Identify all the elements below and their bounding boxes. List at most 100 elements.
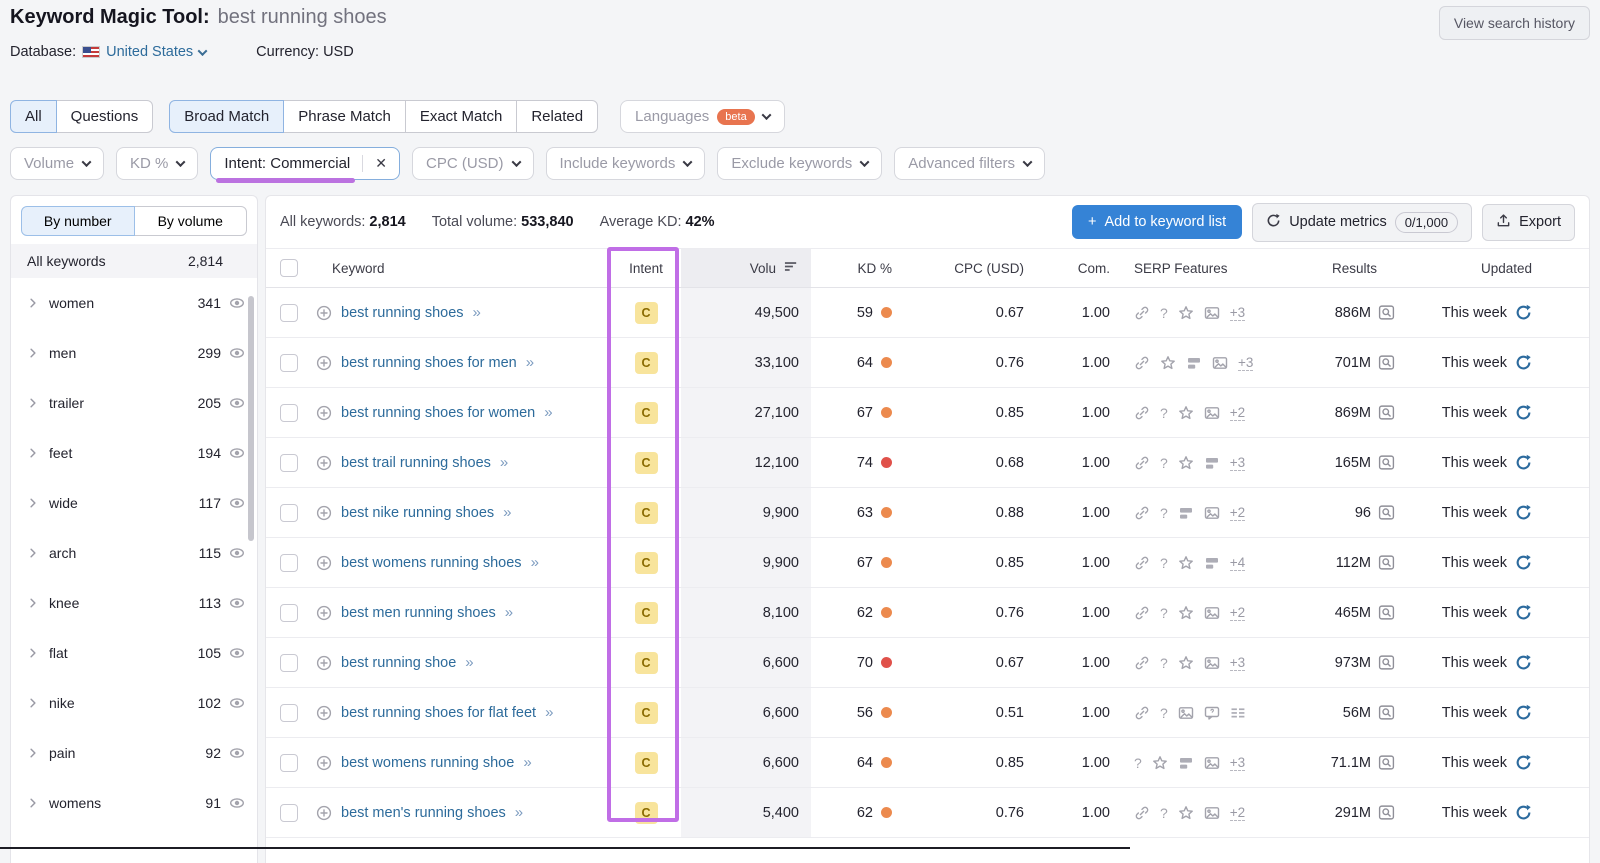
serp-more-badge[interactable]: +3 <box>1238 355 1254 371</box>
refresh-icon[interactable] <box>1515 704 1532 721</box>
sidebar-item-womens[interactable]: womens 91 <box>11 778 257 828</box>
tab-broad-match[interactable]: Broad Match <box>169 100 285 133</box>
tab-all[interactable]: All <box>10 100 57 133</box>
eye-icon[interactable] <box>229 545 245 561</box>
filter-volume[interactable]: Volume <box>10 147 105 180</box>
keyword-link[interactable]: best men running shoes <box>341 605 496 621</box>
sidebar-item-flat[interactable]: flat 105 <box>11 628 257 678</box>
eye-icon[interactable] <box>229 745 245 761</box>
open-keyword-icon[interactable]: » <box>503 504 511 521</box>
column-header-volume[interactable]: Volu <box>681 249 811 287</box>
add-keyword-icon[interactable] <box>316 755 332 771</box>
eye-icon[interactable] <box>229 645 245 661</box>
serp-preview-icon[interactable] <box>1378 804 1395 821</box>
column-header-kd[interactable]: KD % <box>811 261 906 276</box>
row-checkbox[interactable] <box>280 503 298 522</box>
serp-preview-icon[interactable] <box>1378 704 1395 721</box>
serp-preview-icon[interactable] <box>1378 504 1395 521</box>
column-header-updated[interactable]: Updated <box>1403 261 1589 276</box>
row-checkbox[interactable] <box>280 553 298 572</box>
column-header-intent[interactable]: Intent <box>611 261 681 276</box>
row-checkbox[interactable] <box>280 603 298 622</box>
filter-advanced-filters[interactable]: Advanced filters <box>894 147 1046 180</box>
refresh-icon[interactable] <box>1515 454 1532 471</box>
column-header-serp-features[interactable]: SERP Features <box>1118 261 1278 276</box>
sidebar-item-men[interactable]: men 299 <box>11 328 257 378</box>
serp-preview-icon[interactable] <box>1378 454 1395 471</box>
select-all-checkbox[interactable] <box>280 259 298 277</box>
eye-icon[interactable] <box>229 395 245 411</box>
serp-more-badge[interactable]: +2 <box>1229 405 1246 421</box>
keyword-link[interactable]: best nike running shoes <box>341 505 494 521</box>
filter-cpc-usd-[interactable]: CPC (USD) <box>412 147 534 180</box>
sidebar-item-wide[interactable]: wide 117 <box>11 478 257 528</box>
sidebar-item-nike[interactable]: nike 102 <box>11 678 257 728</box>
add-keyword-icon[interactable] <box>316 355 332 371</box>
refresh-icon[interactable] <box>1515 304 1532 321</box>
refresh-icon[interactable] <box>1515 404 1532 421</box>
eye-icon[interactable] <box>229 295 245 311</box>
open-keyword-icon[interactable]: » <box>465 654 473 671</box>
serp-more-badge[interactable]: +4 <box>1229 555 1246 571</box>
tab-related[interactable]: Related <box>516 100 599 133</box>
refresh-icon[interactable] <box>1515 604 1532 621</box>
keyword-link[interactable]: best running shoe <box>341 655 456 671</box>
filter-exclude-keywords[interactable]: Exclude keywords <box>717 147 883 180</box>
keyword-link[interactable]: best running shoes for women <box>341 405 535 421</box>
refresh-icon[interactable] <box>1515 504 1532 521</box>
serp-preview-icon[interactable] <box>1378 654 1395 671</box>
eye-icon[interactable] <box>229 595 245 611</box>
add-keyword-icon[interactable] <box>316 605 332 621</box>
add-keyword-icon[interactable] <box>316 705 332 721</box>
open-keyword-icon[interactable]: » <box>515 804 523 821</box>
eye-icon[interactable] <box>229 345 245 361</box>
open-keyword-icon[interactable]: » <box>500 454 508 471</box>
serp-more-badge[interactable]: +3 <box>1229 305 1246 321</box>
serp-more-badge[interactable]: +3 <box>1229 655 1246 671</box>
column-header-keyword[interactable]: Keyword <box>316 261 611 276</box>
open-keyword-icon[interactable]: » <box>523 754 531 771</box>
keyword-link[interactable]: best womens running shoe <box>341 755 514 771</box>
open-keyword-icon[interactable]: » <box>505 604 513 621</box>
update-metrics-button[interactable]: Update metrics 0/1,000 <box>1252 202 1473 242</box>
eye-icon[interactable] <box>229 445 245 461</box>
filter-include-keywords[interactable]: Include keywords <box>545 147 706 180</box>
serp-more-badge[interactable]: +3 <box>1229 755 1246 771</box>
column-header-cpc[interactable]: CPC (USD) <box>906 261 1036 276</box>
sidebar-scrollbar[interactable] <box>248 296 254 541</box>
add-keyword-icon[interactable] <box>316 455 332 471</box>
sidebar-item-feet[interactable]: feet 194 <box>11 428 257 478</box>
tab-phrase-match[interactable]: Phrase Match <box>283 100 406 133</box>
add-keyword-icon[interactable] <box>316 305 332 321</box>
open-keyword-icon[interactable]: » <box>526 354 534 371</box>
row-checkbox[interactable] <box>280 453 298 472</box>
serp-preview-icon[interactable] <box>1378 754 1395 771</box>
filter-intent-commercial-chip[interactable]: Intent: Commercial ✕ <box>210 147 400 183</box>
eye-icon[interactable] <box>229 695 245 711</box>
database-selector[interactable]: United States <box>82 44 208 60</box>
row-checkbox[interactable] <box>280 403 298 422</box>
keyword-link[interactable]: best trail running shoes <box>341 455 491 471</box>
sidebar-item-trailer[interactable]: trailer 205 <box>11 378 257 428</box>
refresh-icon[interactable] <box>1515 354 1532 371</box>
serp-preview-icon[interactable] <box>1378 554 1395 571</box>
serp-more-badge[interactable]: +2 <box>1229 805 1246 821</box>
keyword-link[interactable]: best men's running shoes <box>341 805 506 821</box>
add-keyword-icon[interactable] <box>316 405 332 421</box>
open-keyword-icon[interactable]: » <box>545 704 553 721</box>
serp-preview-icon[interactable] <box>1378 604 1395 621</box>
serp-preview-icon[interactable] <box>1378 304 1395 321</box>
keyword-link[interactable]: best running shoes <box>341 305 464 321</box>
column-header-com[interactable]: Com. <box>1036 261 1118 276</box>
refresh-icon[interactable] <box>1515 804 1532 821</box>
export-button[interactable]: Export <box>1482 203 1575 241</box>
languages-dropdown[interactable]: Languages beta <box>620 100 785 133</box>
row-checkbox[interactable] <box>280 303 298 322</box>
eye-icon[interactable] <box>229 795 245 811</box>
filter-kd-[interactable]: KD % <box>116 147 199 180</box>
sidebar-item-women[interactable]: women 341 <box>11 278 257 328</box>
keyword-link[interactable]: best womens running shoes <box>341 555 522 571</box>
serp-preview-icon[interactable] <box>1378 354 1395 371</box>
keyword-link[interactable]: best running shoes for flat feet <box>341 705 536 721</box>
serp-more-badge[interactable]: +3 <box>1229 455 1246 471</box>
